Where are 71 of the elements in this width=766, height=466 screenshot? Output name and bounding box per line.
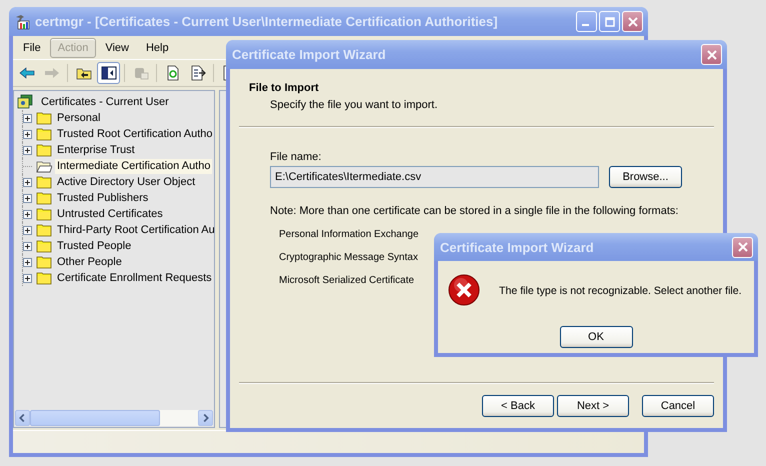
folder-icon (36, 143, 52, 157)
expand-icon[interactable] (23, 146, 32, 154)
window-title: Certificate Import Wizard (440, 240, 595, 254)
tree-item[interactable]: Intermediate Certification Autho (55, 158, 212, 174)
tree-item[interactable]: Enterprise Trust (55, 142, 137, 158)
pane-toggle-icon[interactable] (97, 62, 120, 84)
folder-icon (36, 191, 52, 205)
menu-item[interactable]: View (97, 38, 137, 58)
expand-icon[interactable] (23, 114, 32, 122)
close-icon (706, 50, 716, 60)
tree-item[interactable]: Trusted People (55, 238, 134, 254)
error-message: The file type is not recognizable. Select another file. (499, 285, 742, 297)
scroll-left-icon[interactable] (15, 410, 30, 426)
format-item: Cryptographic Message Syntax (278, 252, 418, 263)
expand-icon[interactable] (23, 194, 32, 202)
file-name-field[interactable]: E:\Certificates\Itermediate.csv (270, 166, 599, 188)
browse-button[interactable]: Browse... (609, 166, 682, 188)
page-heading: File to Import (249, 82, 320, 94)
page-subheading: Specify the file you want to import. (269, 99, 439, 111)
folder-icon (36, 207, 52, 221)
folder-icon (36, 127, 52, 141)
expand-icon[interactable] (23, 274, 32, 282)
tree-item[interactable]: Trusted Root Certification Autho (55, 126, 215, 142)
expand-icon[interactable] (23, 210, 32, 218)
tree-item[interactable]: Active Directory User Object (55, 174, 198, 190)
close-button[interactable] (732, 236, 753, 258)
folder-icon (36, 255, 52, 269)
field-label: File name: (270, 151, 322, 163)
menu-item[interactable]: File (15, 38, 49, 58)
folder-icon (36, 175, 52, 189)
menu-item[interactable]: Help (138, 38, 177, 58)
tree-item[interactable]: Certificates - Current User (39, 94, 171, 110)
ok-button[interactable]: OK (560, 326, 632, 348)
next-button[interactable]: Next > (557, 395, 629, 417)
cancel-button[interactable]: Cancel (642, 395, 714, 417)
close-button[interactable] (701, 44, 722, 65)
minimize-button[interactable] (576, 11, 597, 32)
open-folder-icon (36, 159, 52, 173)
folder-icon (36, 111, 52, 125)
expand-icon[interactable] (23, 258, 32, 266)
expand-icon[interactable] (23, 178, 32, 186)
note-text: Note: More than one certificate can be stored in a single file in the following formats: (270, 205, 680, 217)
expand-icon[interactable] (23, 242, 32, 250)
app-icon (15, 14, 31, 30)
scroll-thumb[interactable] (30, 410, 160, 426)
back-button[interactable]: < Back (482, 395, 554, 417)
certificates-icon (17, 94, 33, 110)
folder-icon (36, 271, 52, 285)
close-icon (738, 242, 748, 252)
error-icon (448, 274, 482, 308)
scroll-right-icon[interactable] (198, 410, 213, 426)
tree-item[interactable]: Trusted Publishers (55, 190, 150, 206)
format-item: Microsoft Serialized Certificate (278, 275, 414, 286)
close-button[interactable] (622, 11, 643, 32)
close-icon (628, 16, 638, 26)
minimize-icon (582, 24, 588, 26)
tree-item[interactable]: Certificate Enrollment Requests (55, 270, 214, 286)
maximize-button[interactable] (599, 11, 620, 32)
tree-item[interactable]: Third-Party Root Certification Au (55, 222, 217, 238)
tree-item[interactable]: Personal (55, 110, 102, 126)
horizontal-scrollbar[interactable] (15, 410, 213, 426)
tree-item[interactable]: Other People (55, 254, 124, 270)
folder-icon (36, 239, 52, 253)
window-title: certmgr - [Certificates - Current User\Intermediate Certification Authorities] (35, 14, 499, 29)
expand-icon[interactable] (23, 130, 32, 138)
maximize-icon (604, 16, 614, 26)
tree-item[interactable]: Untrusted Certificates (55, 206, 165, 222)
window-title: Certificate Import Wizard (232, 47, 387, 62)
folder-icon (36, 223, 52, 237)
expand-icon[interactable] (23, 226, 32, 234)
format-item: Personal Information Exchange (278, 229, 419, 240)
